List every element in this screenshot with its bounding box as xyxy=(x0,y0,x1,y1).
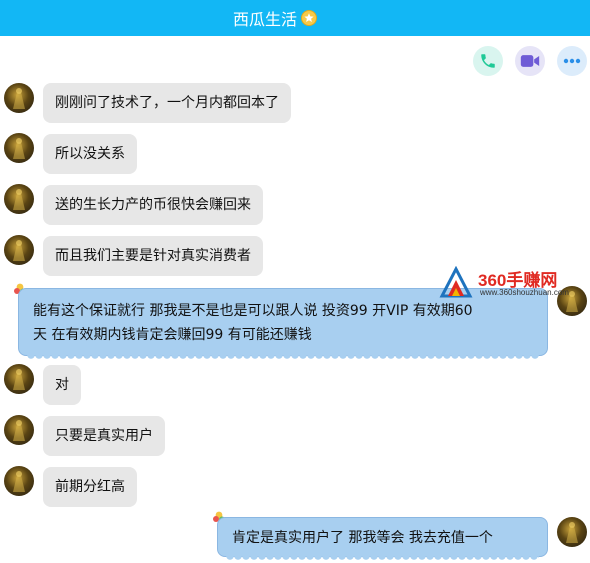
message-text: 而且我们主要是针对真实消费者 xyxy=(55,248,251,264)
message-text-line: 能有这个保证就行 那我是不是也是可以跟人说 投资99 开VIP 有效期60 xyxy=(33,303,473,319)
message-text: 只要是真实用户 xyxy=(55,428,153,444)
contact-avatar[interactable] xyxy=(4,415,34,445)
avatar-image xyxy=(566,522,578,543)
message-bubble-incoming[interactable]: 对 xyxy=(43,365,81,405)
avatar-image xyxy=(13,189,25,210)
contact-avatar[interactable] xyxy=(4,184,34,214)
contact-avatar[interactable] xyxy=(4,133,34,163)
message-text: 送的生长力产的币很快会赚回来 xyxy=(55,197,251,213)
message-bubble-incoming[interactable]: 所以没关系 xyxy=(43,134,137,174)
message-bubble-incoming[interactable]: 只要是真实用户 xyxy=(43,416,165,456)
star-badge-icon xyxy=(301,10,317,26)
chat-title: 西瓜生活 xyxy=(232,10,297,29)
avatar-image xyxy=(13,88,25,109)
message-bubble-outgoing[interactable]: 肯定是真实用户了 那我等会 我去充值一个 xyxy=(217,517,548,561)
message-text-line: 肯定是真实用户了 那我等会 我去充值一个 xyxy=(232,530,493,546)
message-bubble-incoming[interactable]: 而且我们主要是针对真实消费者 xyxy=(43,236,263,276)
watermark-url: www.360shouzhuan.com xyxy=(480,288,569,297)
contact-avatar[interactable] xyxy=(4,466,34,496)
message-text-line: 天 在有效期内钱肯定会赚回99 有可能还赚钱 xyxy=(33,327,312,343)
avatar-image xyxy=(13,471,25,492)
watermark-logo-icon xyxy=(439,266,473,298)
header-title-group: 西瓜生活 xyxy=(233,6,317,30)
contact-avatar[interactable] xyxy=(4,83,34,113)
message-bubble-incoming[interactable]: 送的生长力产的币很快会赚回来 xyxy=(43,185,263,225)
my-avatar[interactable] xyxy=(557,517,587,547)
more-dots-icon xyxy=(563,58,581,64)
voice-call-button[interactable] xyxy=(473,46,503,76)
more-options-button[interactable] xyxy=(557,46,587,76)
phone-icon xyxy=(481,54,495,68)
avatar-image xyxy=(13,369,25,390)
message-text: 所以没关系 xyxy=(55,146,125,162)
message-bubble-incoming[interactable]: 刚刚问了技术了，一个月内都回本了 xyxy=(43,83,291,123)
avatar-image xyxy=(13,420,25,441)
video-camera-icon xyxy=(520,55,540,67)
avatar-image xyxy=(13,138,25,159)
avatar-image xyxy=(13,240,25,261)
video-call-button[interactable] xyxy=(515,46,545,76)
message-text: 对 xyxy=(55,377,69,393)
contact-avatar[interactable] xyxy=(4,364,34,394)
message-bubble-incoming[interactable]: 前期分红高 xyxy=(43,467,137,507)
message-text: 前期分红高 xyxy=(55,479,125,495)
contact-avatar[interactable] xyxy=(4,235,34,265)
chat-header: 西瓜生活 xyxy=(0,0,590,36)
message-text: 刚刚问了技术了，一个月内都回本了 xyxy=(55,95,279,111)
site-watermark: 360手赚网 www.360shouzhuan.com xyxy=(438,266,588,300)
